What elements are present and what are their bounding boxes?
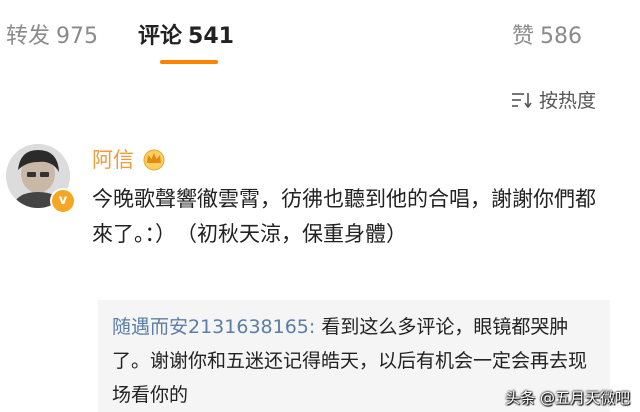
active-tab-indicator [160, 60, 218, 64]
tab-repost-label: 转发 [6, 24, 51, 49]
tab-repost-count: 975 [56, 24, 99, 49]
tab-repost[interactable]: 转发 975 [6, 18, 98, 50]
tab-like[interactable]: 赞 586 [512, 18, 582, 50]
sort-button[interactable]: 按热度 [511, 86, 596, 113]
tab-like-count: 586 [540, 24, 583, 49]
tab-comment-label: 评论 [138, 24, 183, 49]
sort-label: 按热度 [538, 90, 596, 112]
tab-comment[interactable]: 评论 541 [138, 18, 234, 50]
tab-bar: 转发 975 评论 541 赞 586 [0, 0, 640, 64]
tab-like-label: 赞 [512, 24, 535, 49]
comment-header: 阿信 [92, 144, 166, 174]
comment-username[interactable]: 阿信 [92, 144, 134, 174]
reply-username[interactable]: 随遇而安2131638165: [112, 316, 315, 338]
avatar[interactable]: v [6, 144, 76, 214]
comment-text: 今晚歌聲響徹雲霄，彷彿也聽到他的合唱，謝謝你們都來了。：） （初秋天涼，保重身體… [92, 187, 596, 246]
crown-icon [143, 149, 165, 171]
verified-badge-icon: v [50, 188, 76, 214]
tab-comment-count: 541 [188, 24, 234, 49]
sort-icon [511, 92, 532, 108]
watermark: 头条 @五月天微吧 [505, 389, 630, 407]
